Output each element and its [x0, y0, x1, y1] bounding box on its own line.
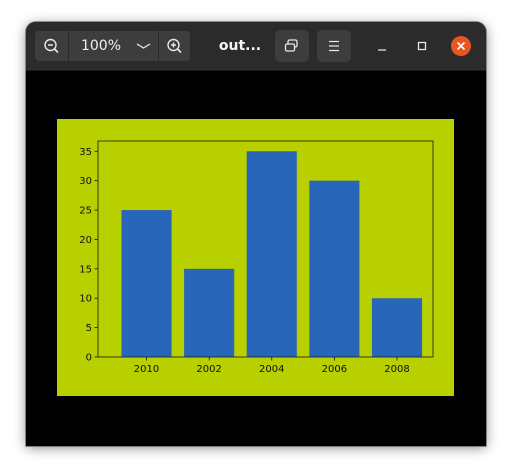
- minimize-button[interactable]: [366, 30, 398, 62]
- restore-window-icon: [284, 39, 298, 52]
- y-tick-label: 25: [79, 206, 92, 217]
- y-tick-label: 20: [79, 235, 92, 246]
- x-tick-label: 2008: [384, 364, 409, 375]
- zoom-in-icon: [167, 38, 182, 53]
- close-icon: [456, 41, 466, 51]
- zoom-out-icon: [44, 38, 59, 53]
- y-tick-label: 10: [79, 294, 92, 305]
- restore-view-button[interactable]: [275, 30, 309, 62]
- zoom-level-label[interactable]: 100%: [75, 31, 127, 61]
- image-viewer-window: 100% out... 0 5 10 15 20 25 30 35 2010 2…: [26, 22, 486, 446]
- y-tick-label: 35: [79, 147, 92, 158]
- zoom-out-button[interactable]: [35, 31, 68, 61]
- zoom-in-button[interactable]: [159, 31, 190, 61]
- bar-2002: [184, 268, 235, 357]
- x-tick-label: 2006: [322, 364, 347, 375]
- bar-2008: [371, 298, 423, 357]
- bar-2006: [309, 180, 360, 357]
- close-button[interactable]: [451, 36, 471, 56]
- main-menu-button[interactable]: [317, 30, 351, 62]
- zoom-divider-left: [68, 31, 69, 61]
- chevron-down-icon: [136, 43, 151, 49]
- x-tick-label: 2002: [196, 364, 221, 375]
- zoom-menu-button[interactable]: [130, 31, 157, 61]
- bar-chart-figure: 0 5 10 15 20 25 30 35 2010 2002 2004 2006 2008: [57, 119, 454, 396]
- bar-2010: [121, 210, 172, 357]
- y-tick-label: 0: [86, 353, 92, 364]
- hamburger-menu-icon: [329, 40, 339, 52]
- maximize-icon: [417, 41, 427, 51]
- window-title: out...: [218, 38, 262, 54]
- x-tick-label: 2004: [259, 364, 284, 375]
- bar-2004: [246, 151, 297, 357]
- image-canvas: 0 5 10 15 20 25 30 35 2010 2002 2004 2006 2008: [26, 71, 486, 446]
- y-tick-label: 5: [86, 323, 92, 334]
- maximize-button[interactable]: [406, 30, 438, 62]
- y-tick-label: 30: [79, 176, 92, 187]
- y-tick-label: 15: [79, 264, 92, 275]
- x-tick-label: 2010: [134, 364, 159, 375]
- title-bar: 100% out...: [26, 22, 486, 71]
- minimize-icon: [378, 49, 386, 51]
- zoom-control-group: 100%: [34, 30, 191, 62]
